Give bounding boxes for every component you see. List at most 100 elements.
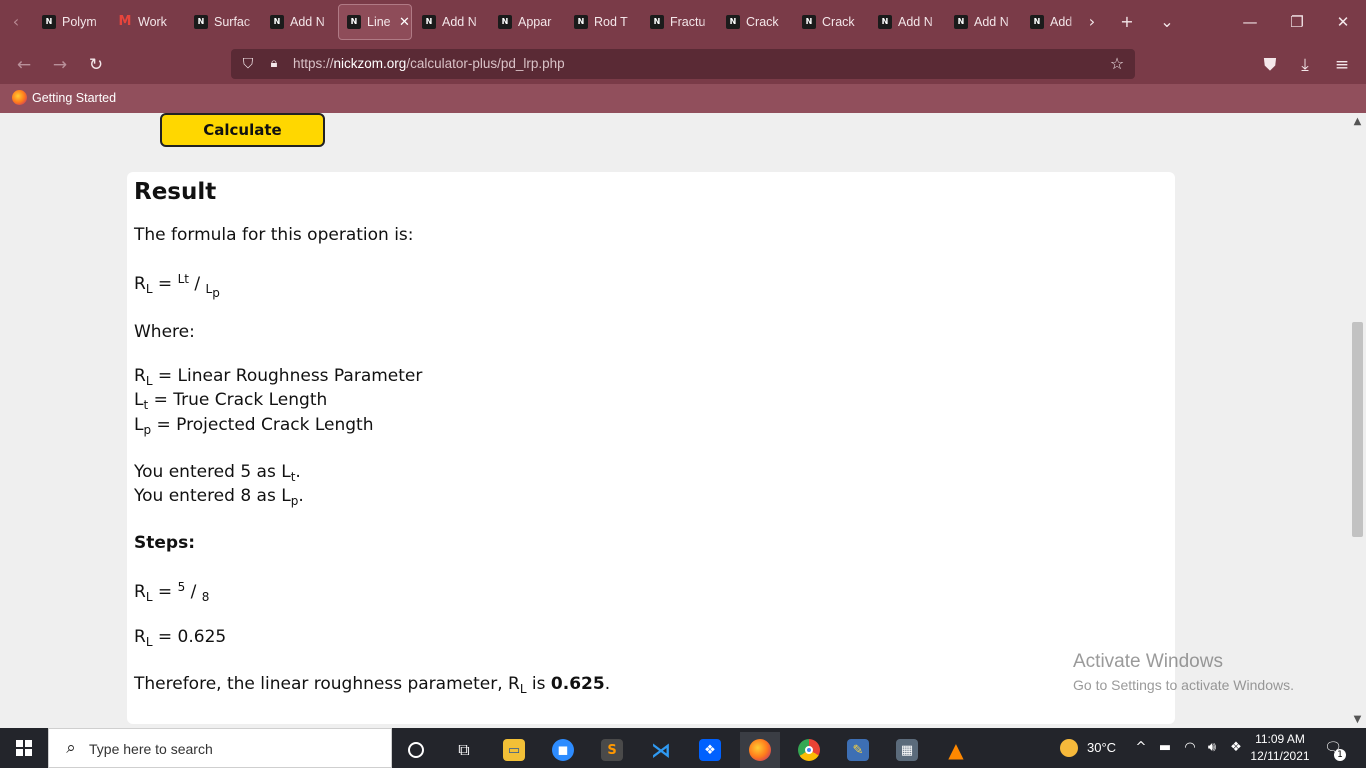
tab-11[interactable]: N Add N: [870, 4, 944, 40]
file-explorer-icon[interactable]: ▭: [494, 732, 534, 768]
url-path: /calculator-plus/pd_lrp.php: [406, 56, 565, 71]
nickzom-favicon: N: [347, 15, 361, 29]
tab-scroll-left-icon[interactable]: ‹: [6, 12, 26, 32]
step2-lhs-sub: L: [145, 635, 153, 649]
new-tab-plus-icon[interactable]: +: [1115, 10, 1139, 34]
tab-8[interactable]: N Fractu: [642, 4, 716, 40]
formula-lhs: R: [134, 274, 146, 294]
minimize-icon[interactable]: —: [1236, 8, 1264, 36]
search-icon: ⌕: [66, 738, 76, 758]
conclusion-value: 0.625: [550, 674, 605, 694]
nickzom-favicon: N: [802, 15, 816, 29]
weather-temperature[interactable]: 30°C: [1087, 740, 1116, 768]
step1-denominator: 8: [201, 590, 210, 604]
tab-title: Add N: [290, 15, 325, 29]
tab-title: Work: [138, 15, 167, 29]
taskbar-clock[interactable]: 11:09 AM 12/11/2021: [1244, 731, 1316, 765]
battery-icon[interactable]: ▬: [1155, 738, 1175, 758]
search-placeholder: Type here to search: [89, 741, 213, 757]
tab-4-active[interactable]: N Line ✕: [338, 4, 412, 40]
bookmark-getting-started[interactable]: Getting Started: [12, 90, 116, 105]
tab-title: Add N: [898, 15, 933, 29]
restore-icon[interactable]: ❐: [1283, 8, 1311, 36]
tab-title: Add: [1050, 15, 1073, 29]
tab-1[interactable]: M Work: [110, 4, 184, 40]
entered-prefix: You entered 8 as L: [134, 486, 291, 506]
tracking-shield-icon[interactable]: ⛉: [239, 55, 257, 73]
calculate-button[interactable]: Calculate: [160, 113, 325, 147]
scroll-down-arrow-icon[interactable]: ▼: [1351, 713, 1364, 726]
lock-icon[interactable]: 🔒︎: [265, 55, 283, 73]
vscode-icon[interactable]: ⋊: [641, 732, 681, 768]
menu-hamburger-icon[interactable]: ≡: [1329, 52, 1355, 78]
tab-title: Crack: [822, 15, 855, 29]
nickzom-favicon: N: [194, 15, 208, 29]
tab-7[interactable]: N Rod T: [566, 4, 640, 40]
tab-5[interactable]: N Add N: [414, 4, 488, 40]
back-arrow-icon[interactable]: ←: [11, 52, 37, 78]
volume-icon[interactable]: 🔊︎: [1202, 738, 1222, 758]
tab-3[interactable]: N Add N: [262, 4, 336, 40]
python-app-icon[interactable]: ✎: [838, 732, 878, 768]
vlc-icon[interactable]: ▲: [936, 732, 976, 768]
pocket-icon[interactable]: ⛊: [1257, 52, 1283, 78]
tab-title: Polym: [62, 15, 97, 29]
result-title: Result: [134, 179, 217, 205]
tab-title: Appar: [518, 15, 552, 29]
definition-text: = Linear Roughness Parameter: [152, 366, 423, 386]
url-text[interactable]: https://nickzom.org/calculator-plus/pd_l…: [293, 56, 565, 71]
tab-10[interactable]: N Crack: [794, 4, 868, 40]
tab-title: Fractu: [670, 15, 706, 29]
step2-value: = 0.625: [152, 627, 227, 647]
zoom-icon[interactable]: ◼: [543, 732, 583, 768]
page-scrollbar[interactable]: ▲ ▼: [1349, 113, 1366, 728]
bookmark-label: Getting Started: [32, 90, 117, 105]
wifi-icon[interactable]: ◠: [1180, 738, 1200, 758]
forward-arrow-icon[interactable]: →: [47, 52, 73, 78]
chrome-icon[interactable]: [789, 732, 829, 768]
nickzom-favicon: N: [574, 15, 588, 29]
tab-6[interactable]: N Appar: [490, 4, 564, 40]
notifications-icon[interactable]: 🗨︎ 1: [1322, 737, 1346, 761]
step-1: RL = 5 / 8: [134, 580, 210, 604]
nickzom-favicon: N: [422, 15, 436, 29]
taskbar-search-box[interactable]: ⌕ Type here to search: [48, 728, 392, 768]
page-viewport: Calculate Result The formula for this op…: [0, 113, 1366, 728]
definition-rl: RL = Linear Roughness Parameter: [134, 366, 422, 388]
step2-lhs: R: [134, 627, 146, 647]
conclusion-subscript: L: [519, 682, 527, 696]
conclusion-suffix: .: [604, 674, 611, 694]
start-button[interactable]: [0, 728, 48, 768]
close-window-icon[interactable]: ✕: [1329, 8, 1357, 36]
sublime-text-icon[interactable]: S: [592, 732, 632, 768]
scrollbar-thumb[interactable]: [1352, 322, 1363, 537]
tab-13[interactable]: N Add: [1022, 4, 1076, 40]
entered-prefix: You entered 5 as L: [134, 462, 291, 482]
reload-icon[interactable]: ↻: [83, 52, 109, 78]
download-icon[interactable]: ⤓: [1292, 52, 1318, 78]
nickzom-favicon: N: [1030, 15, 1044, 29]
tab-9[interactable]: N Crack: [718, 4, 792, 40]
weather-icon[interactable]: [1058, 738, 1080, 758]
firefox-taskbar-icon[interactable]: [740, 732, 780, 768]
tab-bar: ‹ N Polym M Work N Surfac N Add N N Line ✕ N Ad…: [0, 0, 1366, 44]
tab-12[interactable]: N Add N: [946, 4, 1020, 40]
tab-close-icon[interactable]: ✕: [399, 15, 410, 30]
task-view-icon[interactable]: ⧉: [444, 732, 484, 768]
bookmark-star-icon[interactable]: ☆: [1107, 54, 1127, 74]
clock-date: 12/11/2021: [1250, 749, 1310, 763]
scroll-up-arrow-icon[interactable]: ▲: [1351, 115, 1364, 128]
dropbox-icon[interactable]: ❖: [690, 732, 730, 768]
calculator-icon[interactable]: ▦: [887, 732, 927, 768]
definition-symbol: R: [134, 366, 146, 386]
formula-lhs-sub: L: [145, 282, 153, 296]
show-hidden-icons-chevron-icon[interactable]: ^: [1131, 738, 1151, 758]
definition-lt: Lt = True Crack Length: [134, 390, 327, 412]
tab-scroll-right-icon[interactable]: ›: [1080, 10, 1104, 34]
cortana-icon[interactable]: [396, 732, 436, 768]
tab-2[interactable]: N Surfac: [186, 4, 260, 40]
tab-0[interactable]: N Polym: [34, 4, 108, 40]
dropbox-tray-icon[interactable]: ❖: [1226, 738, 1246, 758]
list-all-tabs-chevron-icon[interactable]: ⌄: [1155, 10, 1179, 34]
url-bar[interactable]: ⛉ 🔒︎ https://nickzom.org/calculator-plus…: [231, 49, 1135, 79]
